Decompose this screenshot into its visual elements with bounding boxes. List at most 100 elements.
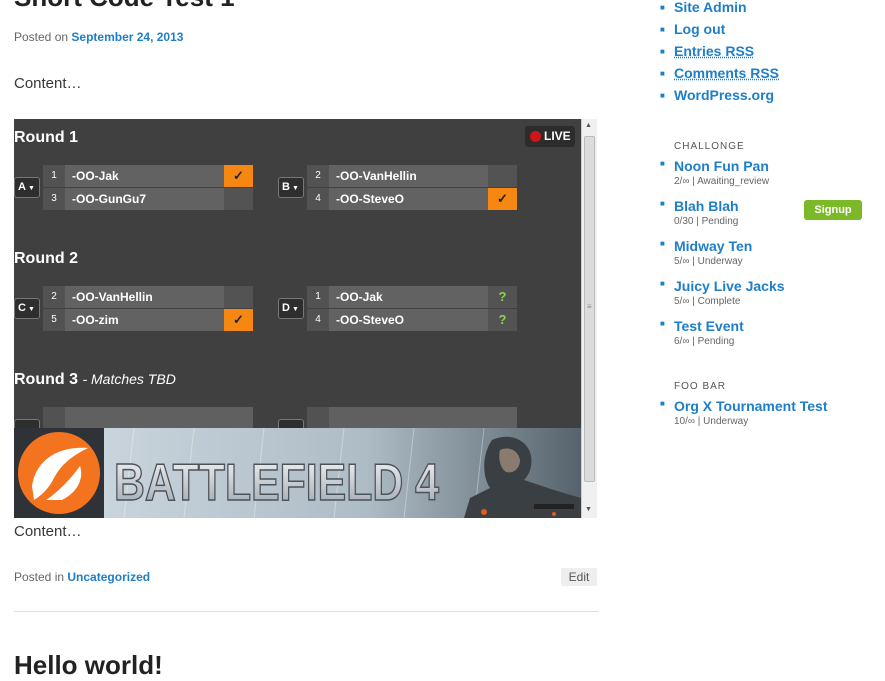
posted-in-label: Posted in <box>14 570 65 584</box>
seed-cell <box>43 407 65 429</box>
round-2-title: Round 2 <box>14 250 78 267</box>
player-name: -OO-SteveO <box>336 192 405 206</box>
live-badge[interactable]: LIVE <box>525 126 575 147</box>
player-name: -OO-VanHellin <box>336 169 417 183</box>
checkmark-icon: ✓ <box>224 309 253 331</box>
scroll-thumb[interactable]: ≡ <box>584 136 595 482</box>
list-item: WordPress.org <box>660 84 779 107</box>
seed-number: 2 <box>307 165 329 187</box>
result-cell <box>224 286 253 308</box>
foobar-widget-title: FOO BAR <box>674 381 727 392</box>
player-name: -OO-Jak <box>72 169 119 183</box>
player-slot <box>43 407 253 429</box>
event-meta: 2/∞ | Awaiting_review <box>674 176 770 187</box>
wordpress-org-link[interactable]: WordPress.org <box>674 87 774 103</box>
event-meta: 5/∞ | Underway <box>674 256 743 267</box>
scroll-down-arrow-icon[interactable]: ▼ <box>585 506 592 513</box>
site-admin-link[interactable]: Site Admin <box>674 0 747 15</box>
list-item: Blah Blah 0/30 | Pending <box>660 198 785 238</box>
pending-result-icon: ? <box>488 286 517 308</box>
player-slot <box>307 407 517 429</box>
live-label: LIVE <box>544 129 571 143</box>
next-post-title[interactable]: Hello world! <box>14 650 163 681</box>
match-b-dropdown[interactable]: B ▼ <box>278 177 304 198</box>
match-c-dropdown[interactable]: C ▼ <box>14 298 40 319</box>
player-slot[interactable]: 3 -OO-GunGu7 <box>43 188 253 210</box>
post-content-top: Content… <box>14 75 82 92</box>
post-content-bottom: Content… <box>14 523 82 540</box>
round-1-title: Round 1 <box>14 129 78 146</box>
seed-number: 2 <box>43 286 65 308</box>
list-item: Test Event 6/∞ | Pending <box>660 318 785 358</box>
grip-icon: ≡ <box>587 302 592 311</box>
seed-number: 4 <box>307 309 329 331</box>
player-slot[interactable]: 1 -OO-Jak ✓ <box>43 165 253 187</box>
checkmark-icon: ✓ <box>488 188 517 210</box>
event-link[interactable]: Midway Ten <box>674 238 785 255</box>
event-link[interactable]: Noon Fun Pan <box>674 158 785 175</box>
player-name: -OO-zim <box>72 313 119 327</box>
player-slot[interactable]: 2 -OO-VanHellin <box>43 286 253 308</box>
event-meta: 6/∞ | Pending <box>674 336 735 347</box>
round-3-title: Round 3 - Matches TBD <box>14 371 176 388</box>
list-item: Entries RSS <box>660 40 779 63</box>
event-link[interactable]: Juicy Live Jacks <box>674 278 785 295</box>
player-slot[interactable]: 2 -OO-VanHellin <box>307 165 517 187</box>
caret-down-icon: ▼ <box>27 306 35 313</box>
match-d: D ▼ 1 -OO-Jak ? 4 -OO-SteveO ? <box>278 286 518 332</box>
seed-number: 1 <box>43 165 65 187</box>
bracket-scrollbar[interactable]: ▲ ≡ ▼ <box>581 119 597 518</box>
post-footer: Posted in Uncategorized <box>14 570 150 584</box>
list-item: Org X Tournament Test 10/∞ | Underway <box>660 398 828 438</box>
list-item: Juicy Live Jacks 5/∞ | Complete <box>660 278 785 318</box>
event-meta: 10/∞ | Underway <box>674 416 749 427</box>
player-name: -OO-VanHellin <box>72 290 153 304</box>
entries-rss-link[interactable]: Entries RSS <box>674 43 754 59</box>
game-banner[interactable]: BATTLEFIELD 4 <box>14 428 581 518</box>
result-cell <box>224 188 253 210</box>
signup-button[interactable]: Signup <box>804 200 862 220</box>
challonge-event-list: Noon Fun Pan 2/∞ | Awaiting_review Blah … <box>660 158 785 358</box>
event-meta: 0/30 | Pending <box>674 216 739 227</box>
list-item: Comments RSS <box>660 62 779 85</box>
player-slot[interactable]: 5 -OO-zim ✓ <box>43 309 253 331</box>
comments-rss-link[interactable]: Comments RSS <box>674 65 779 81</box>
player-slot[interactable]: 1 -OO-Jak ? <box>307 286 517 308</box>
post-date-link[interactable]: September 24, 2013 <box>71 30 183 44</box>
event-link[interactable]: Test Event <box>674 318 785 335</box>
scroll-up-arrow-icon[interactable]: ▲ <box>585 122 592 129</box>
edit-button[interactable]: Edit <box>561 568 597 586</box>
posted-on-label: Posted on <box>14 30 69 44</box>
seed-number: 3 <box>43 188 65 210</box>
player-name: -OO-GunGu7 <box>72 192 146 206</box>
post-title[interactable]: Short Code Test 1 <box>14 0 235 13</box>
seed-number: 1 <box>307 286 329 308</box>
player-name: -OO-SteveO <box>336 313 405 327</box>
seed-number: 5 <box>43 309 65 331</box>
list-item: Midway Ten 5/∞ | Underway <box>660 238 785 278</box>
result-cell <box>488 165 517 187</box>
bracket-widget: Round 1 LIVE A ▼ 1 -OO-Jak ✓ 3 -OO-GunGu7… <box>14 119 597 518</box>
post-meta: Posted on September 24, 2013 <box>14 30 183 44</box>
pending-result-icon: ? <box>488 309 517 331</box>
list-item: Site Admin <box>660 0 779 19</box>
post-divider <box>14 611 598 612</box>
seed-cell <box>307 407 329 429</box>
match-c: C ▼ 2 -OO-VanHellin 5 -OO-zim ✓ <box>14 286 254 332</box>
seed-number: 4 <box>307 188 329 210</box>
match-a: A ▼ 1 -OO-Jak ✓ 3 -OO-GunGu7 <box>14 165 254 211</box>
match-d-dropdown[interactable]: D ▼ <box>278 298 304 319</box>
checkmark-icon: ✓ <box>224 165 253 187</box>
round-3-subtitle: - Matches TBD <box>82 371 176 387</box>
caret-down-icon: ▼ <box>291 185 299 192</box>
caret-down-icon: ▼ <box>291 306 299 313</box>
challonge-widget-title: CHALLONGE <box>674 141 745 152</box>
player-slot[interactable]: 4 -OO-SteveO ✓ <box>307 188 517 210</box>
event-link[interactable]: Org X Tournament Test <box>674 398 828 415</box>
player-slot[interactable]: 4 -OO-SteveO ? <box>307 309 517 331</box>
category-link[interactable]: Uncategorized <box>67 570 150 584</box>
player-name: -OO-Jak <box>336 290 383 304</box>
event-link[interactable]: Blah Blah <box>674 198 785 215</box>
match-a-dropdown[interactable]: A ▼ <box>14 177 40 198</box>
log-out-link[interactable]: Log out <box>674 21 725 37</box>
